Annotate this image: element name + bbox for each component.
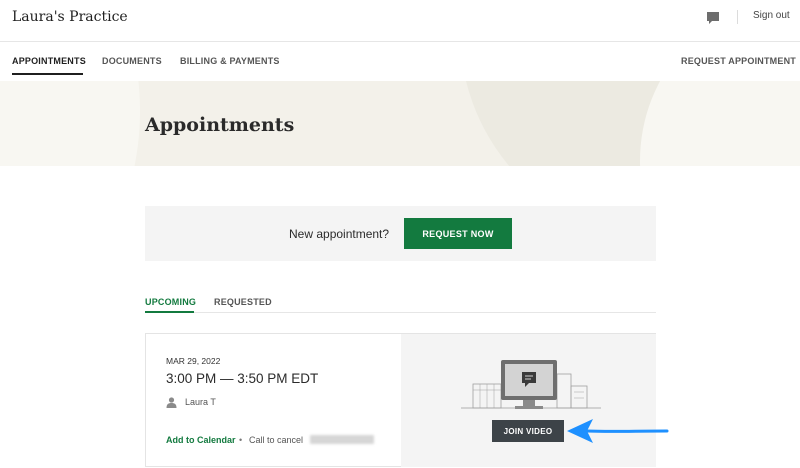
appointment-time: 3:00 PM — 3:50 PM EDT (166, 371, 319, 386)
new-appointment-banner: New appointment? REQUEST NOW (145, 206, 656, 261)
appointment-date: MAR 29, 2022 (166, 356, 221, 366)
video-panel: JOIN VIDEO (401, 334, 656, 467)
appointment-card: MAR 29, 2022 3:00 PM — 3:50 PM EDT Laura… (145, 333, 656, 467)
tab-active-indicator (145, 311, 194, 313)
nav-active-indicator (12, 73, 83, 75)
nav-item-documents[interactable]: DOCUMENTS (102, 56, 162, 66)
hero-decoration (640, 81, 800, 166)
tab-upcoming[interactable]: UPCOMING (145, 297, 196, 307)
call-to-cancel-text: Call to cancel (249, 435, 304, 445)
join-video-button[interactable]: JOIN VIDEO (492, 420, 564, 442)
video-computer-illustration (461, 360, 601, 409)
redacted-phone-number (310, 435, 374, 444)
hero-decoration (0, 81, 140, 166)
sign-out-link[interactable]: Sign out (753, 10, 790, 21)
nav-item-appointments[interactable]: APPOINTMENTS (12, 56, 86, 66)
new-appointment-prompt: New appointment? (289, 227, 390, 241)
request-now-button[interactable]: REQUEST NOW (404, 218, 512, 249)
page-title: Appointments (145, 114, 295, 136)
main-nav: APPOINTMENTS DOCUMENTS BILLING & PAYMENT… (0, 42, 800, 81)
practice-name[interactable]: Laura's Practice (12, 9, 128, 25)
tabs-divider (145, 312, 656, 313)
separator-dot: • (239, 435, 243, 445)
nav-item-billing-payments[interactable]: BILLING & PAYMENTS (180, 56, 280, 66)
person-icon (166, 397, 177, 408)
chat-bubble-icon[interactable] (705, 10, 721, 26)
clinician-name: Laura T (185, 397, 216, 407)
add-to-calendar-link[interactable]: Add to Calendar (166, 435, 236, 445)
request-appointment-link[interactable]: REQUEST APPOINTMENT (681, 56, 796, 66)
header-divider (737, 10, 738, 24)
tab-requested[interactable]: REQUESTED (214, 297, 272, 307)
page-hero: Appointments (0, 81, 800, 166)
annotation-arrow-icon (567, 419, 669, 443)
top-bar: Laura's Practice Sign out (0, 0, 800, 42)
